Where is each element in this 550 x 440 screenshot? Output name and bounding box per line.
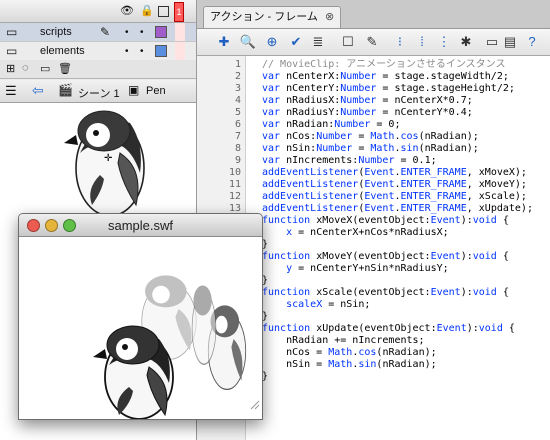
- expand-icon[interactable]: ⁞: [413, 33, 431, 51]
- snippets-icon[interactable]: ▤: [501, 33, 519, 51]
- code-line[interactable]: var nIncrements:Number = 0.1;: [262, 155, 437, 167]
- swf-player-window[interactable]: sample.swf: [18, 213, 263, 420]
- outline-square-icon[interactable]: [158, 6, 169, 17]
- target-icon[interactable]: ⊕: [263, 33, 281, 51]
- pencil-icon: ✎: [100, 25, 111, 39]
- line-number: 11: [228, 179, 241, 190]
- check-syntax-icon[interactable]: ✔: [287, 33, 305, 51]
- line-number: 12: [228, 191, 241, 202]
- timeline-toggle-icon[interactable]: ☰: [5, 83, 17, 99]
- code-line[interactable]: x = nCenterX+nCos*nRadiusX;: [262, 227, 449, 239]
- tab-actions[interactable]: アクション - フレーム ⊗: [203, 6, 342, 28]
- scene-name[interactable]: シーン 1: [78, 85, 120, 101]
- code-line[interactable]: addEventListener(Event.ENTER_FRAME, xSca…: [262, 191, 527, 203]
- code-line[interactable]: function xMoveY(eventObject:Event):void …: [262, 251, 509, 263]
- layer-name: scripts: [40, 26, 72, 38]
- code-line[interactable]: addEventListener(Event.ENTER_FRAME, xMov…: [262, 167, 527, 179]
- code-line[interactable]: function xScale(eventObject:Event):void …: [262, 287, 509, 299]
- panel-tab-row: アクション - フレーム ⊗: [197, 0, 550, 29]
- find-icon[interactable]: 🔍: [239, 33, 257, 51]
- layer-icon: ▭: [6, 44, 18, 58]
- code-line[interactable]: var nCenterX:Number = stage.stageWidth/2…: [262, 71, 509, 83]
- lock-icon[interactable]: 🔒: [140, 5, 154, 17]
- layer-color-swatch: [155, 26, 167, 38]
- line-number: 6: [234, 119, 241, 130]
- code-line[interactable]: scaleX = nSin;: [262, 299, 370, 311]
- code-line[interactable]: var nCos:Number = Math.cos(nRadian);: [262, 131, 479, 143]
- line-number: 4: [234, 95, 241, 106]
- frame-cell[interactable]: [175, 23, 185, 41]
- code-line[interactable]: var nRadiusX:Number = nCenterX*0.7;: [262, 95, 473, 107]
- layer-row-scripts[interactable]: ▭ scripts ✎ • •: [0, 23, 196, 42]
- code-line[interactable]: var nSin:Number = Math.sin(nRadian);: [262, 143, 479, 155]
- back-arrow-icon[interactable]: ⇦: [32, 82, 44, 99]
- comment-icon[interactable]: ✱: [457, 33, 475, 51]
- timeline-header: 👁 🔒 1: [0, 0, 196, 23]
- help-icon[interactable]: ?: [523, 33, 541, 51]
- code-line[interactable]: nCos = Math.cos(nRadian);: [262, 347, 437, 359]
- layer-name: elements: [40, 45, 85, 57]
- line-number: 7: [234, 131, 241, 142]
- lock-dot[interactable]: •: [140, 46, 144, 57]
- line-number: 9: [234, 155, 241, 166]
- line-number: 3: [234, 83, 241, 94]
- code-line[interactable]: function xMoveX(eventObject:Event):void …: [262, 215, 509, 227]
- frame-cell[interactable]: [175, 42, 185, 60]
- debug-icon[interactable]: ✎: [363, 33, 381, 51]
- close-icon[interactable]: ⊗: [325, 11, 334, 23]
- resize-grip-icon[interactable]: [250, 400, 260, 410]
- line-number: 10: [228, 167, 241, 178]
- code-line[interactable]: // MovieClip: アニメーションさせるインスタンス: [262, 59, 506, 71]
- svg-text:✛: ✛: [104, 153, 112, 164]
- playhead-frame[interactable]: 1: [174, 2, 184, 22]
- scene-icon: 🎬: [58, 83, 73, 97]
- code-line[interactable]: y = nCenterY+nSin*nRadiusY;: [262, 263, 449, 275]
- actions-toolbar: ✚ 🔍 ⊕ ✔ ≣ ☐ ✎ ⁝ ⁞ ⋮ ✱ ▭ ▤ ?: [197, 29, 550, 56]
- symbol-icon: ▣: [128, 83, 140, 97]
- line-number: 5: [234, 107, 241, 118]
- code-line[interactable]: function xUpdate(eventObject:Event):void…: [262, 323, 515, 335]
- swf-title: sample.swf: [107, 218, 174, 233]
- code-line[interactable]: var nRadiusY:Number = nCenterY*0.4;: [262, 107, 473, 119]
- code-line[interactable]: var nRadian:Number = 0;: [262, 119, 400, 131]
- uncomment-icon[interactable]: ▭: [483, 33, 501, 51]
- code-line[interactable]: addEventListener(Event.ENTER_FRAME, xMov…: [262, 179, 527, 191]
- motion-guide-icon[interactable]: ◌: [22, 62, 29, 74]
- collapse-icon[interactable]: ⁝: [391, 33, 409, 51]
- scene-bar: ☰ ⇦ 🎬 シーン 1 ▣ Pen: [0, 80, 196, 103]
- code-line[interactable]: nSin = Math.sin(nRadian);: [262, 359, 437, 371]
- layer-row-elements[interactable]: ▭ elements • •: [0, 42, 196, 61]
- swf-title-bar[interactable]: sample.swf: [19, 214, 262, 237]
- layer-icon: ▭: [6, 25, 18, 39]
- line-number: 1: [234, 59, 241, 70]
- swf-content: [19, 237, 262, 419]
- line-number: 8: [234, 143, 241, 154]
- eye-icon[interactable]: 👁: [120, 5, 134, 17]
- penguin-animation: [93, 275, 260, 419]
- code-hint-icon[interactable]: ☐: [339, 33, 357, 51]
- new-layer-icon[interactable]: ⊞: [6, 62, 15, 75]
- collapse-all-icon[interactable]: ⋮: [435, 33, 453, 51]
- timeline-tools: ⊞ ◌ ▭ 🗑: [0, 60, 196, 79]
- penguin-drawing[interactable]: ✛: [0, 103, 196, 223]
- line-number: 2: [234, 71, 241, 82]
- auto-format-icon[interactable]: ≣: [309, 33, 327, 51]
- new-folder-icon[interactable]: ▭: [40, 62, 50, 75]
- tab-label: アクション - フレーム: [210, 11, 318, 23]
- code-line[interactable]: nRadian += nIncrements;: [262, 335, 424, 347]
- trash-icon[interactable]: 🗑: [58, 62, 72, 75]
- code-line[interactable]: var nCenterY:Number = stage.stageHeight/…: [262, 83, 515, 95]
- code-line[interactable]: addEventListener(Event.ENTER_FRAME, xUpd…: [262, 203, 533, 215]
- layer-color-swatch: [155, 45, 167, 57]
- lock-dot[interactable]: •: [140, 27, 144, 38]
- add-statement-icon[interactable]: ✚: [215, 33, 233, 51]
- visibility-dot[interactable]: •: [125, 27, 129, 38]
- visibility-dot[interactable]: •: [125, 46, 129, 57]
- symbol-name[interactable]: Pen: [146, 85, 166, 97]
